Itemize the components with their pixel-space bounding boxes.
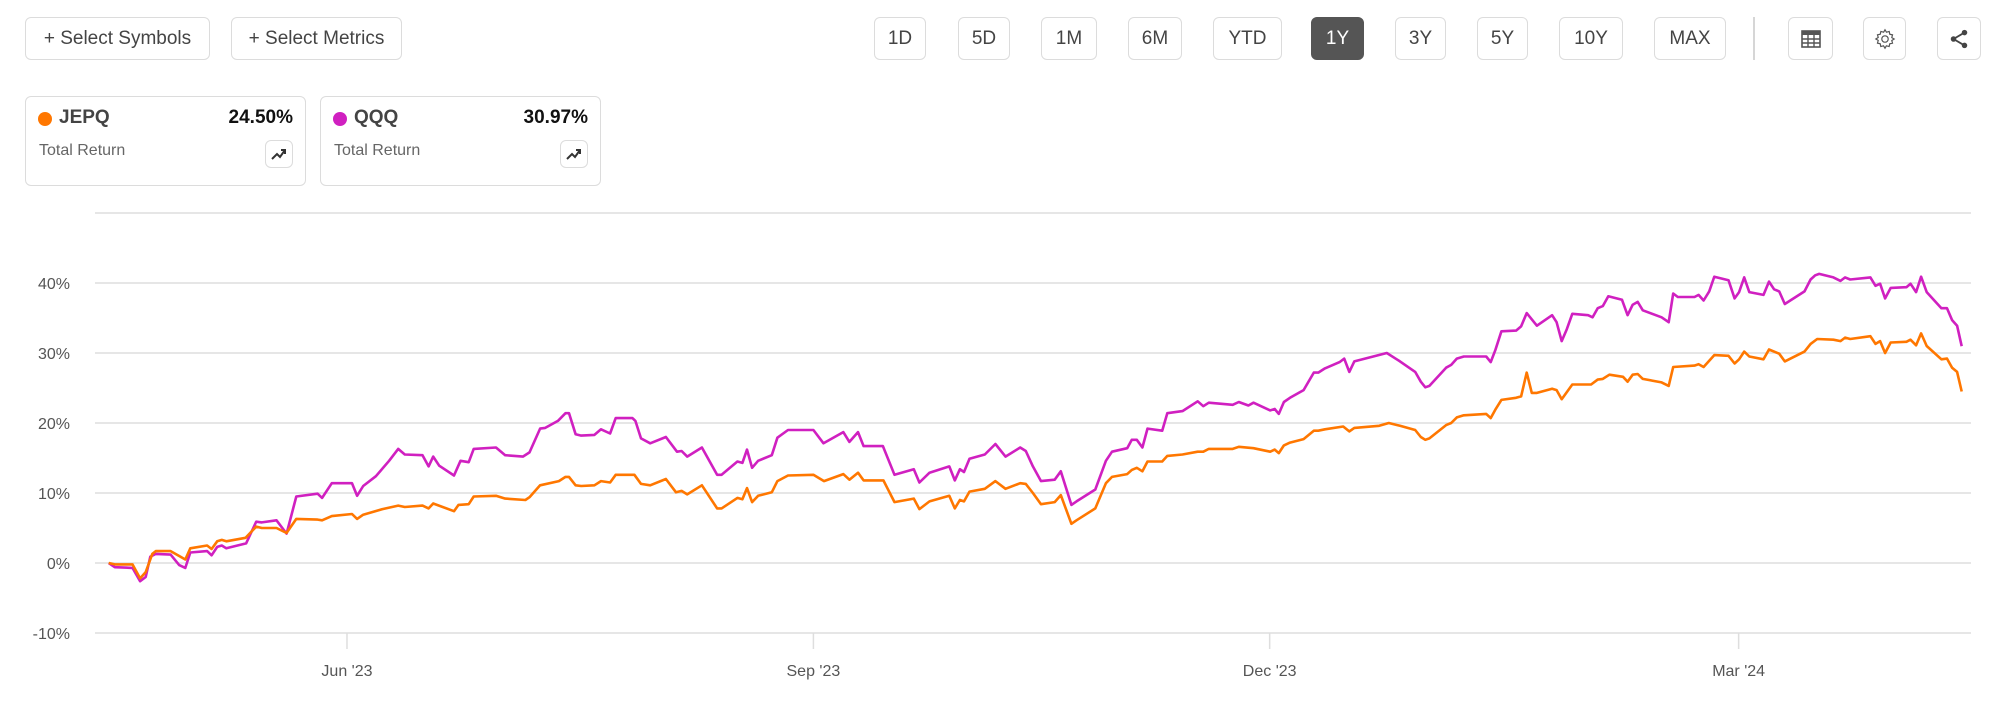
y-tick-label: 10%: [38, 486, 70, 503]
x-tick-label: Mar '24: [1712, 663, 1765, 680]
x-tick-label: Jun '23: [321, 663, 372, 680]
y-tick-label: 20%: [38, 416, 70, 433]
x-tick-label: Dec '23: [1243, 663, 1297, 680]
series-line-qqq: [107, 272, 1963, 583]
y-tick-label: -10%: [33, 626, 70, 643]
y-tick-label: 30%: [38, 346, 70, 363]
y-tick-label: 40%: [38, 276, 70, 293]
series-line-jepq: [108, 332, 1963, 580]
y-tick-label: 0%: [47, 556, 70, 573]
total-return-chart[interactable]: -10% 0% 10% 20% 30% 40% Jun '23 Sep '23 Dec '23 M…: [0, 0, 1999, 711]
x-tick-label: Sep '23: [787, 663, 841, 680]
